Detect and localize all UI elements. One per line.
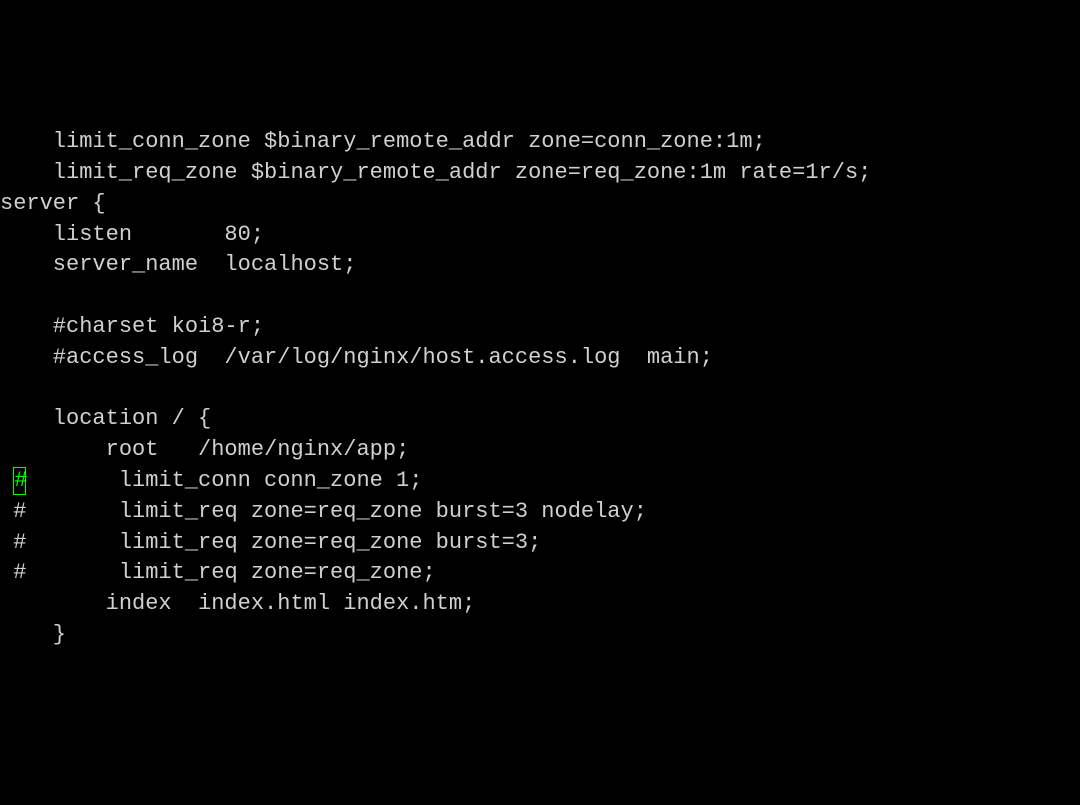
code-line: index index.html index.htm; [0, 589, 1080, 620]
code-text: limit_req_zone $binary_remote_addr zone=… [0, 160, 871, 185]
comment-marker: # [0, 560, 26, 585]
code-line: server_name localhost; [0, 250, 1080, 281]
code-text: limit_req zone=req_zone burst=3; [26, 530, 541, 555]
code-text: limit_req zone=req_zone burst=3 nodelay; [26, 499, 647, 524]
code-line: root /home/nginx/app; [0, 435, 1080, 466]
code-text: index index.html index.htm; [0, 591, 475, 616]
comment-marker: # [0, 499, 26, 524]
code-text: } [0, 622, 66, 647]
code-line [0, 374, 1080, 405]
code-line: #access_log /var/log/nginx/host.access.l… [0, 343, 1080, 374]
code-text: root /home/nginx/app; [0, 437, 409, 462]
code-line: limit_req_zone $binary_remote_addr zone=… [0, 158, 1080, 189]
code-text: server { [0, 191, 106, 216]
code-line: limit_conn_zone $binary_remote_addr zone… [0, 127, 1080, 158]
code-line: # limit_conn conn_zone 1; [0, 466, 1080, 497]
terminal-output[interactable]: limit_conn_zone $binary_remote_addr zone… [0, 127, 1080, 651]
code-line: location / { [0, 404, 1080, 435]
code-text: limit_req zone=req_zone; [26, 560, 435, 585]
cursor: # [13, 467, 26, 495]
code-line [0, 281, 1080, 312]
code-text: location / { [0, 406, 211, 431]
comment-marker: # [0, 530, 26, 555]
code-text: #access_log /var/log/nginx/host.access.l… [0, 345, 713, 370]
code-line: #charset koi8-r; [0, 312, 1080, 343]
code-text: listen 80; [0, 222, 264, 247]
code-line: listen 80; [0, 220, 1080, 251]
code-line: server { [0, 189, 1080, 220]
code-line: # limit_req zone=req_zone; [0, 558, 1080, 589]
code-text: #charset koi8-r; [0, 314, 264, 339]
code-text: limit_conn conn_zone 1; [26, 468, 422, 493]
code-line: # limit_req zone=req_zone burst=3 nodela… [0, 497, 1080, 528]
code-text: server_name localhost; [0, 252, 356, 277]
code-line: } [0, 620, 1080, 651]
code-text: limit_conn_zone $binary_remote_addr zone… [0, 129, 766, 154]
